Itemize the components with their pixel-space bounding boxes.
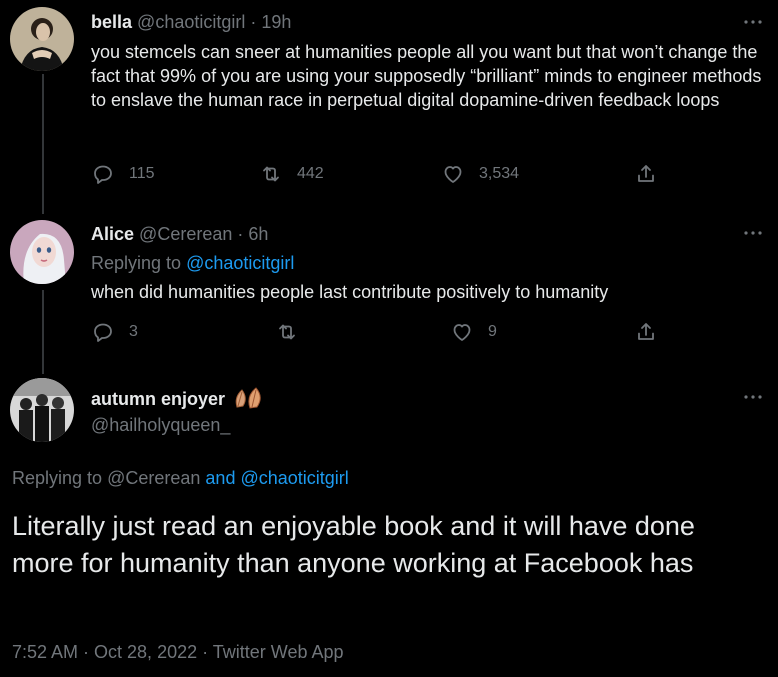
replying-to-link[interactable]: @chaoticitgirl xyxy=(186,253,294,273)
reply-count: 3 xyxy=(129,323,138,340)
display-name[interactable]: bella xyxy=(91,12,132,32)
replying-prefix: Replying to xyxy=(12,468,103,488)
tweet-header: Alice @Cererean · 6h xyxy=(91,223,268,245)
leaf-emoji-icon xyxy=(235,387,261,409)
like-icon xyxy=(453,324,471,341)
share-button[interactable] xyxy=(634,162,658,186)
replying-prefix: Replying to xyxy=(91,253,182,273)
tweet-header: autumn enjoyer xyxy=(91,386,266,410)
thread-connector-2 xyxy=(42,290,44,374)
reply-button[interactable]: 3 xyxy=(91,320,138,344)
more-icon[interactable] xyxy=(742,388,764,406)
more-icon[interactable] xyxy=(742,224,764,242)
tweet-text: you stemcels can sneer at humanities peo… xyxy=(91,42,762,110)
tweet-time[interactable]: · 6h xyxy=(237,224,268,244)
share-icon xyxy=(638,323,654,340)
like-icon xyxy=(444,166,462,183)
tweet-header: bella @chaoticitgirl · 19h xyxy=(91,11,291,33)
replying-and: and xyxy=(205,468,236,488)
user-handle-line: @hailholyqueen_ xyxy=(91,414,230,436)
tweet-text: when did humanities people last contribu… xyxy=(91,282,609,302)
reply-count: 115 xyxy=(129,165,155,182)
display-name[interactable]: Alice xyxy=(91,224,134,244)
user-handle[interactable]: @Cererean xyxy=(139,224,232,244)
reply-icon xyxy=(94,165,112,184)
replying-to: Replying to @Cererean and @chaoticitgirl xyxy=(12,467,349,489)
reply-button[interactable]: 115 xyxy=(91,162,155,186)
tweet-time[interactable]: · 19h xyxy=(250,12,291,32)
like-count: 3,534 xyxy=(479,165,520,182)
tweet-text: Literally just read an enjoyable book an… xyxy=(12,511,695,578)
thread-connector-1 xyxy=(42,74,44,214)
display-name[interactable]: autumn enjoyer xyxy=(91,389,225,409)
tweet-actions: 115 442 3,534 xyxy=(91,162,661,190)
retweet-button[interactable]: 442 xyxy=(259,162,324,186)
tweet-actions: 3 9 xyxy=(91,320,661,348)
like-button[interactable]: 3,534 xyxy=(441,162,519,186)
retweet-icon xyxy=(279,324,295,340)
retweet-icon xyxy=(263,166,279,182)
avatar-bella[interactable] xyxy=(10,7,74,71)
avatar-autumn-enjoyer[interactable] xyxy=(10,378,74,442)
replying-to-link-1[interactable]: @Cererean xyxy=(107,468,200,488)
reply-icon xyxy=(94,323,112,342)
replying-to-link-2[interactable]: @chaoticitgirl xyxy=(240,468,348,488)
like-count: 9 xyxy=(488,323,497,340)
more-icon[interactable] xyxy=(742,13,764,31)
user-handle[interactable]: @chaoticitgirl xyxy=(137,12,245,32)
tweet-meta[interactable]: 7:52 AM · Oct 28, 2022 · Twitter Web App xyxy=(12,642,344,663)
retweet-count: 442 xyxy=(297,165,324,182)
share-button[interactable] xyxy=(634,320,658,344)
user-handle[interactable]: @hailholyqueen_ xyxy=(91,415,230,435)
retweet-button[interactable] xyxy=(275,320,313,344)
replying-to: Replying to @chaoticitgirl xyxy=(91,252,294,274)
avatar-alice[interactable] xyxy=(10,220,74,284)
share-icon xyxy=(638,165,654,182)
like-button[interactable]: 9 xyxy=(450,320,497,344)
